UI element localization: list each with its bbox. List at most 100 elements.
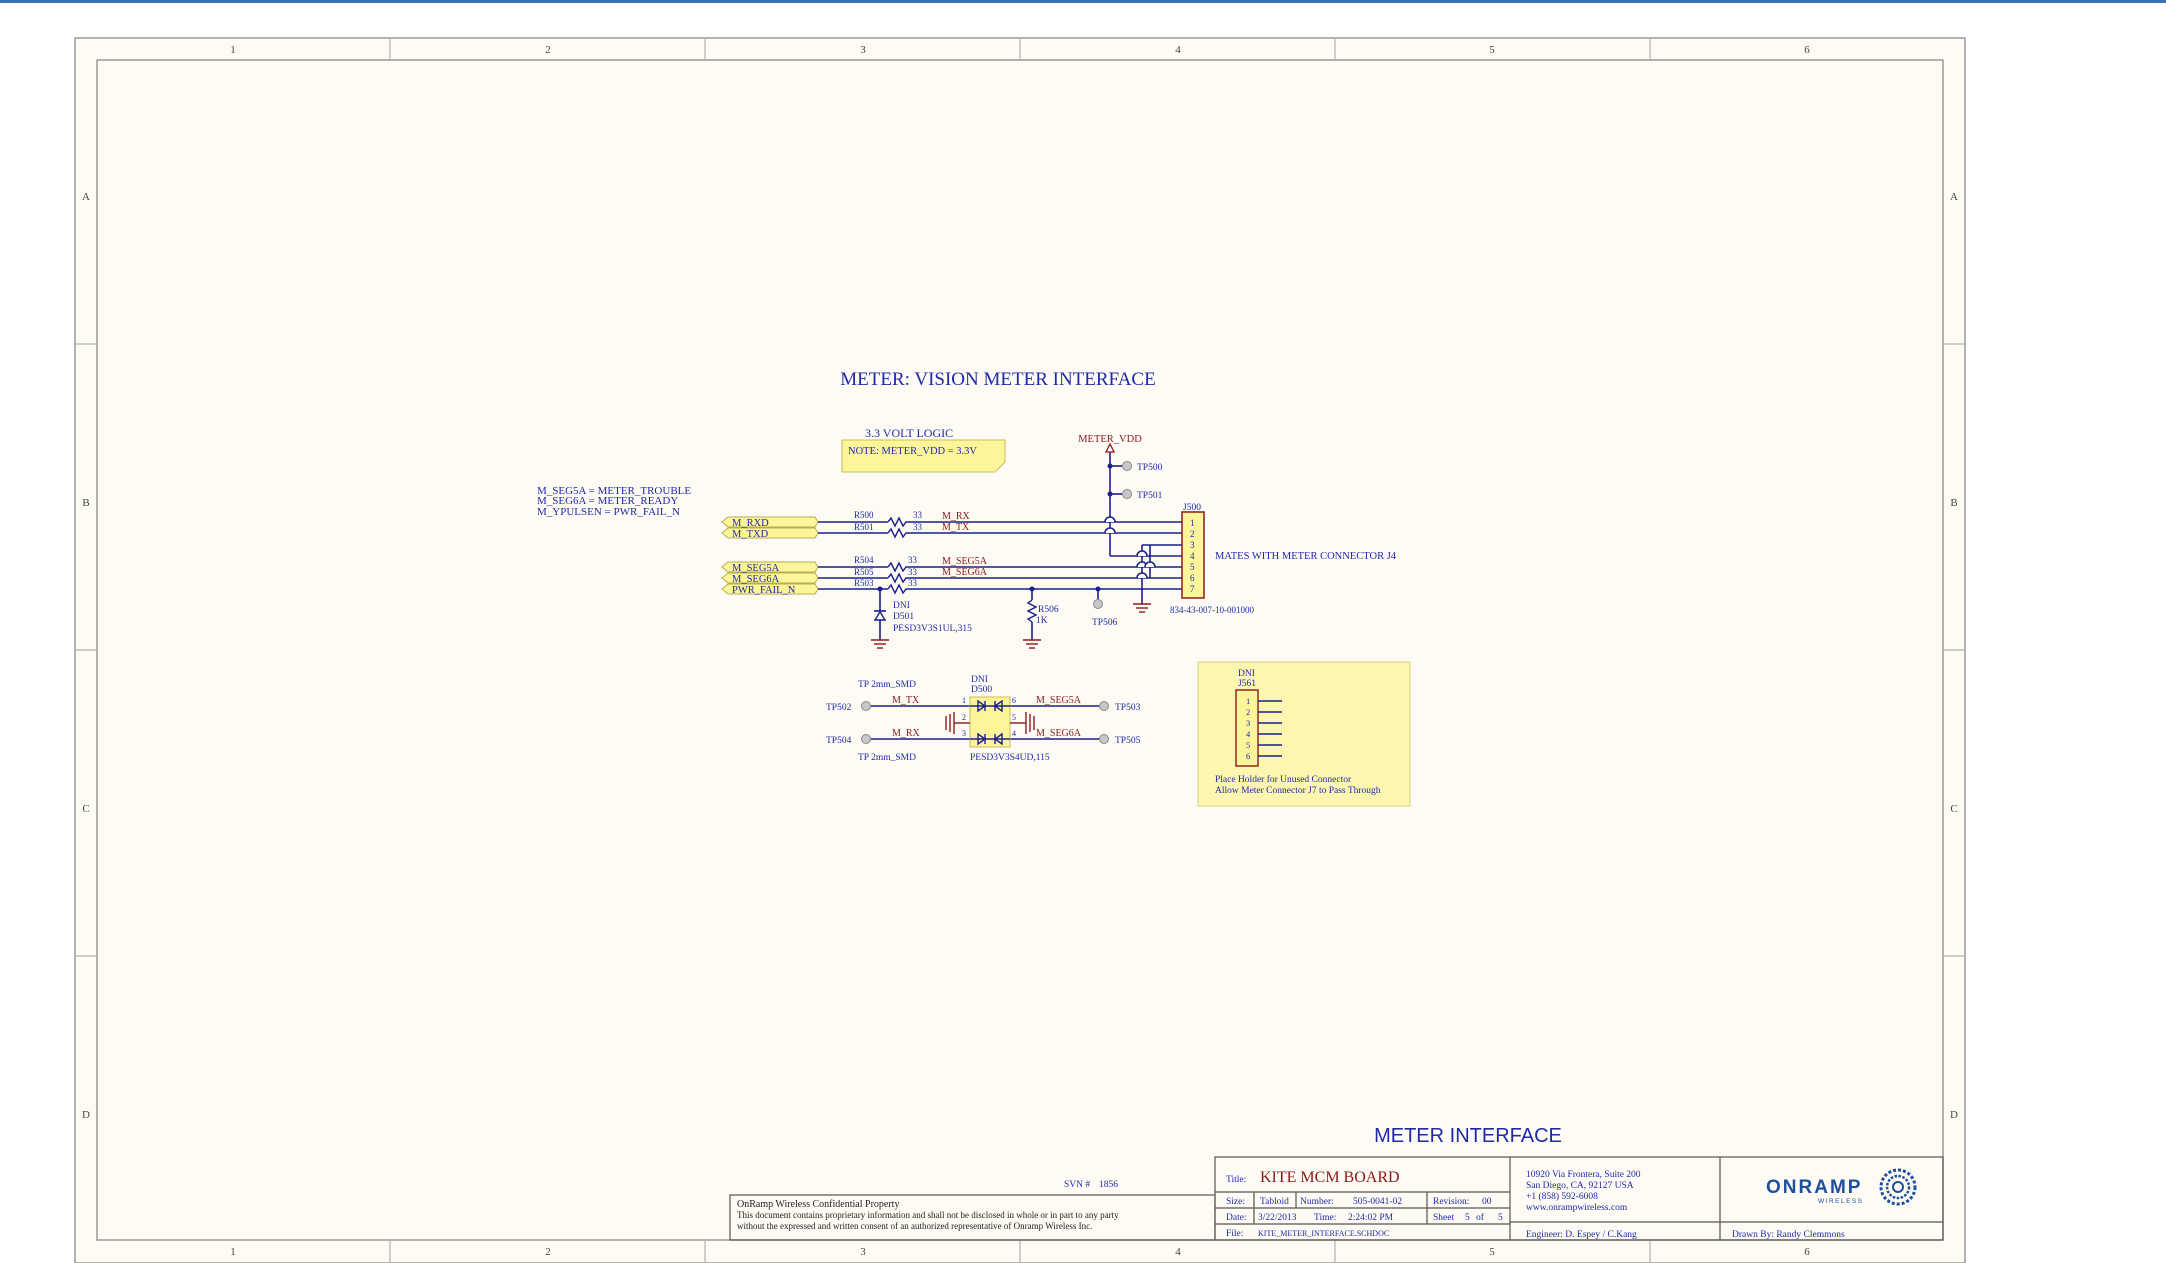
size-value: Tabloid <box>1260 1197 1289 1207</box>
d500-pin: 5 <box>1012 713 1016 722</box>
time-value: 2:24:02 PM <box>1348 1213 1394 1223</box>
date-value: 3/22/2013 <box>1258 1213 1297 1223</box>
smd-label-top: TP 2mm_SMD <box>858 680 916 690</box>
col-label-top-2: 2 <box>545 44 551 56</box>
svn-label: SVN # <box>1064 1180 1090 1190</box>
tp504-label: TP504 <box>826 736 852 746</box>
address-line: 10920 Via Frontera, Suite 200 <box>1526 1170 1641 1180</box>
j561-pin: 6 <box>1246 751 1250 761</box>
time-label: Time: <box>1314 1213 1336 1223</box>
testpoint-label: TP501 <box>1137 491 1163 501</box>
r506-ref: R506 <box>1038 605 1059 615</box>
testpoint-label: TP500 <box>1137 463 1163 473</box>
row-label-left-b: B <box>82 497 89 509</box>
svn-value: 1856 <box>1099 1180 1118 1190</box>
title-block-heading: METER INTERFACE <box>1374 1125 1562 1147</box>
testpoint-tp503 <box>1099 701 1109 711</box>
d500-pin: 3 <box>962 729 966 738</box>
connector-pin: 4 <box>1190 551 1195 561</box>
tp502-label: TP502 <box>826 703 852 713</box>
connector-note: MATES WITH METER CONNECTOR J4 <box>1215 551 1397 562</box>
title-value: KITE MCM BOARD <box>1260 1169 1400 1186</box>
d500-pin: 1 <box>962 696 966 705</box>
sheet-total: 5 <box>1498 1213 1503 1223</box>
row-label-right-c: C <box>1950 803 1957 815</box>
col-label-top-1: 1 <box>230 44 236 56</box>
tp506-label: TP506 <box>1092 618 1118 628</box>
legend-line: M_YPULSEN = PWR_FAIL_N <box>537 506 680 518</box>
esd-net-rx: M_RX <box>892 728 921 739</box>
size-label: Size: <box>1226 1197 1245 1207</box>
resistor-ref: R505 <box>854 567 874 577</box>
logic-note-heading: 3.3 VOLT LOGIC <box>865 426 953 440</box>
connector-pin: 1 <box>1190 518 1195 528</box>
confidential-line: This document contains proprietary infor… <box>737 1210 1119 1220</box>
j561-note: Allow Meter Connector J7 to Pass Through <box>1215 786 1381 796</box>
testpoint-tp506 <box>1093 599 1103 609</box>
port-label: M_TXD <box>732 529 769 540</box>
testpoint-tp504 <box>861 734 871 744</box>
d500-dni: DNI <box>971 675 988 685</box>
website: www.onrampwireless.com <box>1526 1203 1628 1213</box>
logo-subtext: WIRELESS <box>1818 1198 1864 1205</box>
smd-label-bottom: TP 2mm_SMD <box>858 753 916 763</box>
col-label-top-3: 3 <box>860 44 866 56</box>
col-label-bottom-1: 1 <box>230 1246 236 1258</box>
col-label-top-4: 4 <box>1175 44 1181 56</box>
sheet-value: 5 <box>1465 1213 1470 1223</box>
sheet-of-label: of <box>1476 1212 1485 1223</box>
col-label-bottom-3: 3 <box>860 1246 866 1258</box>
col-label-bottom-5: 5 <box>1489 1246 1495 1258</box>
j561-ref: J561 <box>1238 679 1256 689</box>
d500-pin: 2 <box>962 713 966 722</box>
phone: +1 (858) 592-6008 <box>1526 1191 1598 1202</box>
esd-net-tx: M_TX <box>892 695 920 706</box>
port-label: PWR_FAIL_N <box>732 585 796 596</box>
col-label-top-5: 5 <box>1489 44 1495 56</box>
d500-pin: 6 <box>1012 696 1016 705</box>
col-label-bottom-6: 6 <box>1804 1246 1810 1258</box>
col-label-top-6: 6 <box>1804 44 1810 56</box>
d501-dni: DNI <box>893 601 910 611</box>
net-label: M_SEG5A <box>942 556 988 567</box>
confidential-line: without the expressed and written consen… <box>737 1221 1092 1231</box>
drawn-by: Drawn By: Randy Clemmons <box>1732 1230 1845 1240</box>
sheet-paper <box>74 37 1966 1263</box>
file-value: KITE_METER_INTERFACE.SCHDOC <box>1258 1229 1389 1238</box>
d500-pin: 4 <box>1012 729 1016 738</box>
logo-text: ONRAMP <box>1766 1177 1862 1198</box>
esd-net-seg5a: M_SEG5A <box>1036 695 1082 706</box>
col-label-bottom-2: 2 <box>545 1246 551 1258</box>
address-line: San Diego, CA, 92127 USA <box>1526 1181 1634 1191</box>
resistor-value: 33 <box>908 555 918 565</box>
d500-part: PESD3V3S4UD,115 <box>970 753 1050 763</box>
j561-pin: 5 <box>1246 740 1250 750</box>
title-label: Title: <box>1226 1175 1246 1185</box>
resistor-ref: R503 <box>854 578 874 588</box>
esd-net-seg6a: M_SEG6A <box>1036 728 1082 739</box>
engineer: Engineer: D. Espey / C.Kang <box>1526 1230 1637 1240</box>
number-label: Number: <box>1300 1197 1334 1207</box>
connector-pin: 3 <box>1190 540 1195 550</box>
d500-ref: D500 <box>971 685 992 695</box>
logic-note-text: NOTE: METER_VDD = 3.3V <box>848 446 977 457</box>
port-label: M_SEG5A <box>732 563 780 574</box>
row-label-right-b: B <box>1950 497 1957 509</box>
j561-pin: 1 <box>1246 696 1250 706</box>
net-label: M_RX <box>942 511 971 522</box>
net-label: M_SEG6A <box>942 567 988 578</box>
resistor-value: 33 <box>913 522 923 532</box>
resistor-ref: R501 <box>854 522 874 532</box>
schematic-title: METER: VISION METER INTERFACE <box>840 369 1155 390</box>
testpoint-tp500 <box>1122 461 1132 471</box>
resistor-value: 33 <box>908 578 918 588</box>
resistor-ref: R500 <box>854 510 874 520</box>
date-label: Date: <box>1226 1213 1247 1223</box>
j561-pin: 3 <box>1246 718 1250 728</box>
connector-pin: 2 <box>1190 529 1195 539</box>
row-label-left-a: A <box>82 191 90 203</box>
connector-part: 834-43-007-10-001000 <box>1170 605 1254 615</box>
row-label-left-d: D <box>82 1109 90 1121</box>
confidential-title: OnRamp Wireless Confidential Property <box>737 1199 899 1210</box>
tp503-label: TP503 <box>1115 703 1141 713</box>
